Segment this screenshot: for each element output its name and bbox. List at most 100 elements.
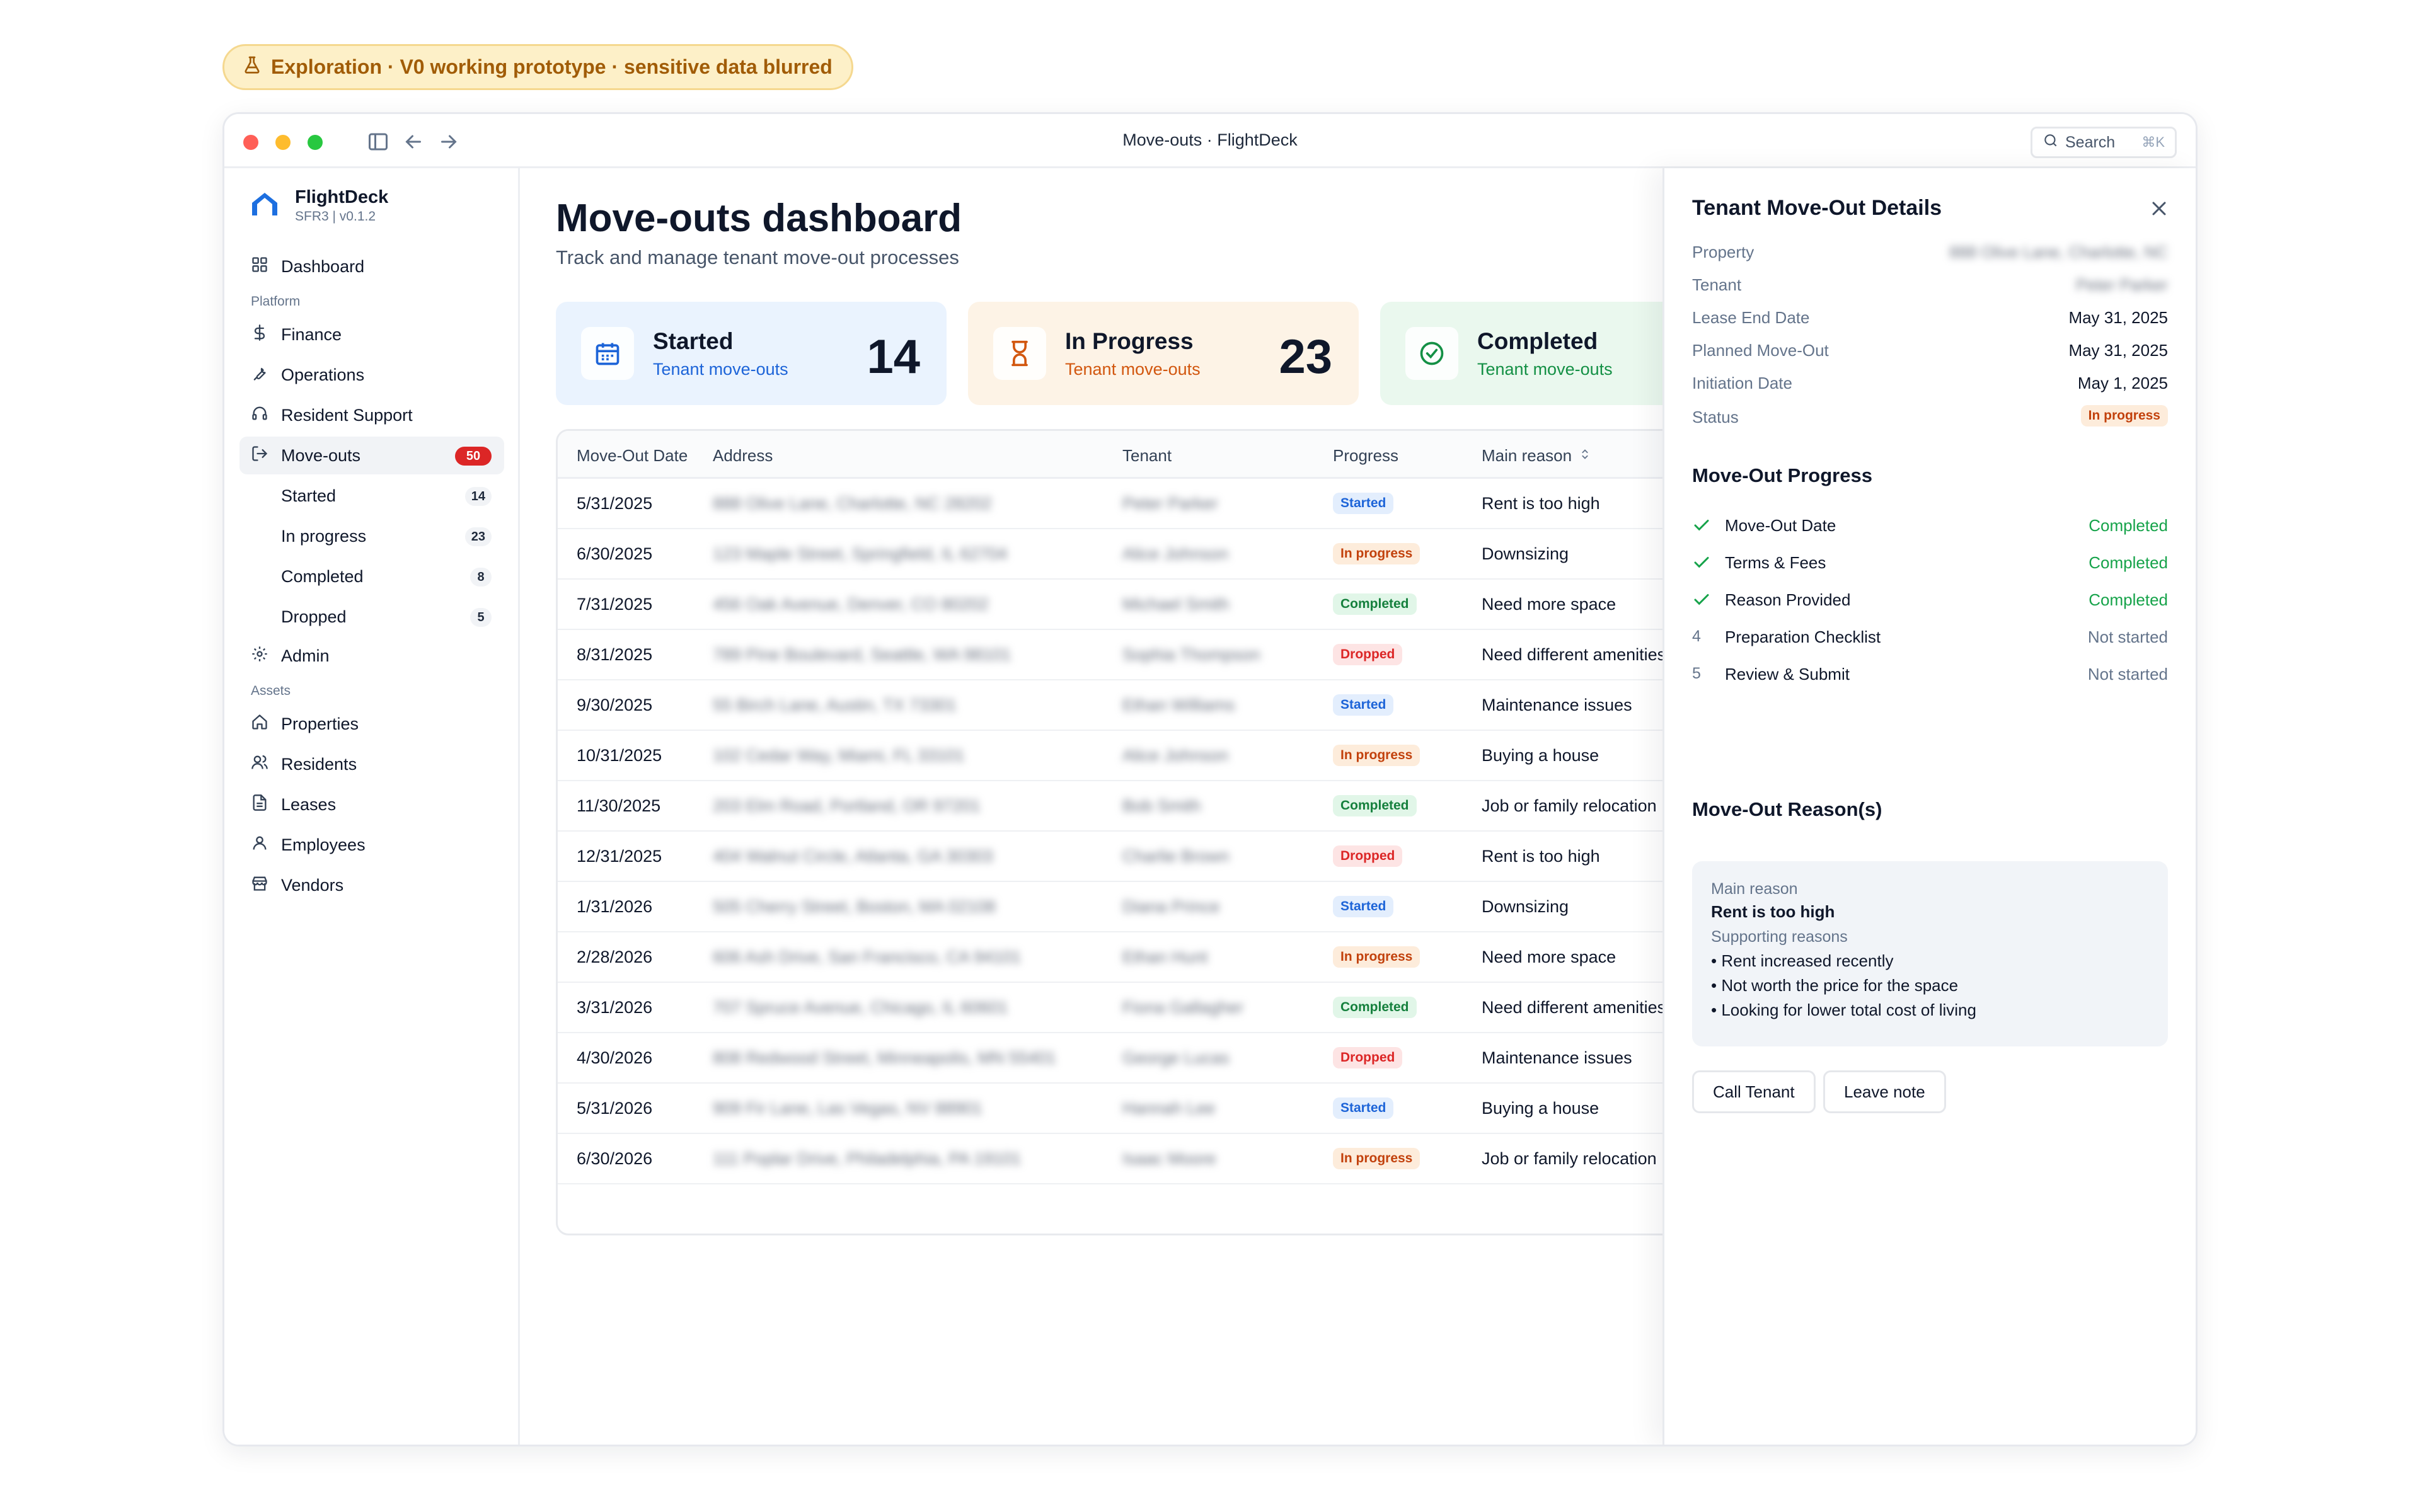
detail-row-property: Property 888 Olive Lane, Charlotte, NC xyxy=(1692,243,2168,268)
panel-title: Tenant Move-Out Details xyxy=(1692,196,1942,220)
check-circle-icon xyxy=(1405,327,1458,380)
card-title: In Progress xyxy=(1065,328,1194,354)
progress-badge: Started xyxy=(1333,896,1394,917)
column-header-address[interactable]: Address xyxy=(713,446,773,466)
stat-card-started[interactable]: Started Tenant move-outs 14 xyxy=(556,302,947,405)
logout-icon xyxy=(251,445,268,467)
sidebar-item-moveouts[interactable]: Move-outs 50 xyxy=(239,437,504,474)
user-icon xyxy=(251,834,268,856)
detail-row-planned-moveout: Planned Move-Out May 31, 2025 xyxy=(1692,341,2168,366)
table-row[interactable]: 9/30/2025 55 Birch Lane, Austin, TX 73301… xyxy=(558,680,1751,731)
sidebar-item-label: Leases xyxy=(281,794,337,814)
table-row[interactable]: 4/30/2026 808 Redwood Street, Minneapolis… xyxy=(558,1033,1751,1084)
hourglass-icon xyxy=(993,327,1046,380)
title-bar: Move-outs · FlightDeck Search ⌘K xyxy=(224,114,2196,168)
sidebar-item-resident-support[interactable]: Resident Support xyxy=(239,396,504,434)
brand[interactable]: FlightDeck SFR3 | v0.1.2 xyxy=(250,187,388,224)
call-tenant-button[interactable]: Call Tenant xyxy=(1692,1070,1816,1113)
table-row[interactable]: 11/30/2025 203 Elm Road, Portland, OR 972… xyxy=(558,781,1751,832)
moveout-date: 5/31/2026 xyxy=(577,1099,653,1118)
sidebar-subitem-started[interactable]: Started 14 xyxy=(239,477,504,515)
step-number: 5 xyxy=(1692,665,1701,682)
column-header-progress[interactable]: Progress xyxy=(1333,446,1398,466)
table-row[interactable]: 5/31/2025 888 Olive Lane, Charlotte, NC 2… xyxy=(558,479,1751,529)
progress-section-title: Move-Out Progress xyxy=(1692,464,1872,486)
column-header-tenant[interactable]: Tenant xyxy=(1122,446,1172,466)
progress-badge: Started xyxy=(1333,493,1394,514)
check-icon xyxy=(1692,590,1711,614)
moveout-date: 1/31/2026 xyxy=(577,897,653,916)
sidebar-subitem-in-progress[interactable]: In progress 23 xyxy=(239,517,504,555)
sidebar-subitem-dropped[interactable]: Dropped 5 xyxy=(239,598,504,636)
table-row[interactable]: 6/30/2025 123 Maple Street, Springfield, … xyxy=(558,529,1751,580)
main-reason: Maintenance issues xyxy=(1482,696,1632,714)
progress-step: Move-Out Date Completed xyxy=(1692,516,2168,541)
close-icon[interactable] xyxy=(2148,197,2170,220)
table-row[interactable]: 10/31/2025 102 Cedar Way, Miami, FL 33101… xyxy=(558,731,1751,781)
check-icon xyxy=(1692,516,1711,539)
column-header-main-reason[interactable]: Main reason xyxy=(1482,446,1592,466)
address: 505 Cherry Street, Boston, MA 02108 xyxy=(713,897,996,916)
sidebar-item-label: Properties xyxy=(281,714,359,733)
table-row[interactable]: 3/31/2026 707 Spruce Avenue, Chicago, IL … xyxy=(558,983,1751,1033)
calendar-icon xyxy=(581,327,634,380)
detail-value: May 31, 2025 xyxy=(2068,341,2168,360)
gear-icon xyxy=(251,645,268,667)
prototype-banner: Exploration · V0 working prototype · sen… xyxy=(222,44,853,90)
progress-badge: Started xyxy=(1333,694,1394,716)
supporting-reason: • Rent increased recently xyxy=(1711,951,1894,970)
step-label: Preparation Checklist xyxy=(1725,627,1881,646)
moveout-date: 10/31/2025 xyxy=(577,746,662,765)
table-row[interactable]: 7/31/2025 456 Oak Avenue, Denver, CO 8020… xyxy=(558,580,1751,630)
main-reason: Downsizing xyxy=(1482,544,1569,563)
sidebar-item-label: Employees xyxy=(281,835,366,854)
document-icon xyxy=(251,794,268,816)
detail-label: Property xyxy=(1692,243,1754,261)
tenant-name: George Lucas xyxy=(1122,1048,1230,1067)
address: 808 Redwood Street, Minneapolis, MN 5540… xyxy=(713,1048,1056,1067)
table-row[interactable]: 12/31/2025 404 Walnut Circle, Atlanta, GA… xyxy=(558,832,1751,882)
sidebar-item-operations[interactable]: Operations xyxy=(239,356,504,394)
brand-name: FlightDeck xyxy=(295,187,389,207)
sidebar-item-label: Dashboard xyxy=(281,256,365,276)
supporting-reason: • Looking for lower total cost of living xyxy=(1711,1000,1976,1019)
address: 55 Birch Lane, Austin, TX 73301 xyxy=(713,696,957,714)
table-row[interactable]: 5/31/2026 909 Fir Lane, Las Vegas, NV 889… xyxy=(558,1084,1751,1134)
table-row[interactable]: 8/31/2025 789 Pine Boulevard, Seattle, WA… xyxy=(558,630,1751,680)
detail-row-status: Status In progress xyxy=(1692,405,2168,433)
search-icon xyxy=(2043,132,2059,153)
sidebar-item-finance[interactable]: Finance xyxy=(239,316,504,353)
sort-icon[interactable] xyxy=(1578,446,1592,466)
address: 888 Olive Lane, Charlotte, NC 28202 xyxy=(713,494,992,513)
sidebar-item-leases[interactable]: Leases xyxy=(239,786,504,823)
table-row[interactable]: 2/28/2026 606 Ash Drive, San Francisco, C… xyxy=(558,932,1751,983)
card-title: Started xyxy=(653,328,734,354)
column-header-date[interactable]: Move-Out Date xyxy=(577,446,688,466)
card-count: 23 xyxy=(1279,330,1332,384)
sidebar-item-dashboard[interactable]: Dashboard xyxy=(239,248,504,285)
main-reason: Buying a house xyxy=(1482,1099,1599,1118)
sidebar-item-properties[interactable]: Properties xyxy=(239,705,504,743)
table-row[interactable]: 1/31/2026 505 Cherry Street, Boston, MA 0… xyxy=(558,882,1751,932)
moveout-details-panel: Tenant Move-Out Details Property 888 Oli… xyxy=(1662,168,2196,1445)
card-title: Completed xyxy=(1477,328,1598,354)
sidebar-item-admin[interactable]: Admin xyxy=(239,637,504,675)
sidebar-item-employees[interactable]: Employees xyxy=(239,826,504,864)
sidebar-item-vendors[interactable]: Vendors xyxy=(239,866,504,904)
search-input[interactable]: Search ⌘K xyxy=(2031,127,2177,158)
headset-icon xyxy=(251,404,268,427)
dashboard-icon xyxy=(251,256,268,278)
sidebar-subitem-completed[interactable]: Completed 8 xyxy=(239,558,504,595)
leave-note-button[interactable]: Leave note xyxy=(1823,1070,1946,1113)
detail-label: Planned Move-Out xyxy=(1692,341,1829,360)
progress-step: 5 Review & Submit Not started xyxy=(1692,665,2168,690)
step-label: Move-Out Date xyxy=(1725,516,1836,535)
tenant-name: Isaac Moore xyxy=(1122,1149,1216,1168)
sidebar-item-label: Finance xyxy=(281,324,342,344)
search-label: Search xyxy=(2065,133,2116,151)
moveouts-count-badge: 50 xyxy=(455,447,492,466)
sidebar: FlightDeck SFR3 | v0.1.2 Dashboard Platf… xyxy=(224,168,520,1445)
stat-card-in-progress[interactable]: In Progress Tenant move-outs 23 xyxy=(968,302,1359,405)
table-row[interactable]: 6/30/2026 111 Poplar Drive, Philadelphia,… xyxy=(558,1134,1751,1184)
sidebar-item-residents[interactable]: Residents xyxy=(239,745,504,783)
